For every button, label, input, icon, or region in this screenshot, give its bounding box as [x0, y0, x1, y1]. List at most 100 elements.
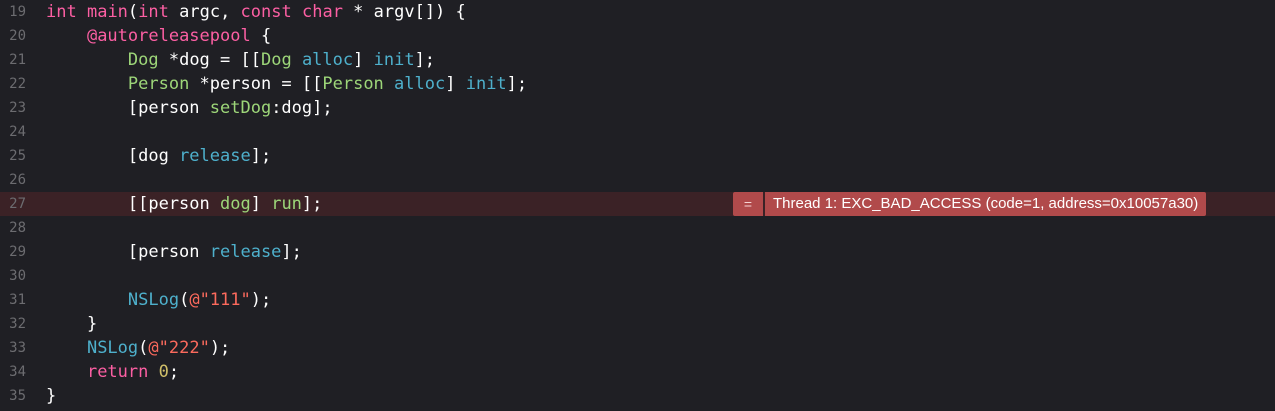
- code-line[interactable]: 25 [dog release];: [0, 144, 1275, 168]
- line-number: 35: [9, 388, 26, 404]
- code-token: (: [179, 290, 190, 310]
- code-line[interactable]: 32 }: [0, 312, 1275, 336]
- line-number: 20: [9, 28, 26, 44]
- code-token: return: [86, 362, 149, 382]
- code-token: );: [209, 338, 231, 358]
- code-line[interactable]: 30: [0, 264, 1275, 288]
- code-token: ;: [168, 362, 180, 382]
- code-token: [person: [46, 242, 210, 262]
- code-token: ]: [445, 74, 466, 94]
- code-token: ];: [281, 242, 302, 262]
- code-token: [person: [46, 98, 210, 118]
- line-number: 34: [9, 364, 26, 380]
- code-text[interactable]: NSLog(@"111");: [46, 288, 271, 312]
- code-line[interactable]: 23 [person setDog:dog];: [0, 96, 1275, 120]
- code-text[interactable]: return 0;: [46, 360, 179, 384]
- code-text[interactable]: [[person dog] run];: [46, 192, 323, 216]
- code-token: setDog: [209, 98, 272, 118]
- code-line[interactable]: 26: [0, 168, 1275, 192]
- code-token: main: [86, 2, 128, 22]
- code-token: }: [46, 314, 98, 334]
- code-token: @"222": [148, 338, 210, 358]
- code-text[interactable]: @autoreleasepool {: [46, 24, 271, 48]
- code-token: Person: [322, 74, 384, 94]
- code-token: int: [46, 2, 77, 22]
- error-annotation-badge[interactable]: = Thread 1: EXC_BAD_ACCESS (code=1, addr…: [733, 192, 1207, 216]
- code-token: ];: [414, 50, 436, 70]
- code-text[interactable]: int main(int argc, const char * argv[]) …: [46, 0, 466, 24]
- line-number: 28: [9, 220, 26, 236]
- line-number: 21: [9, 52, 26, 68]
- code-token: @"111": [189, 290, 251, 310]
- code-line[interactable]: 33 NSLog(@"222");: [0, 336, 1275, 360]
- code-line[interactable]: 24: [0, 120, 1275, 144]
- code-token: argc,: [168, 2, 241, 22]
- code-token: release: [179, 146, 251, 166]
- code-token: 0: [158, 362, 169, 382]
- code-token: @autoreleasepool: [86, 26, 251, 46]
- line-number: 25: [9, 148, 26, 164]
- line-number: 22: [9, 76, 26, 92]
- code-token: run: [271, 194, 302, 214]
- code-text[interactable]: NSLog(@"222");: [46, 336, 230, 360]
- code-token: init: [373, 50, 415, 70]
- code-token: ];: [301, 194, 323, 214]
- code-text[interactable]: }: [46, 312, 97, 336]
- code-token: dog: [220, 194, 251, 214]
- code-token: NSLog: [86, 338, 139, 358]
- code-token: Dog: [127, 50, 159, 70]
- code-token: NSLog: [127, 290, 180, 310]
- code-token: ];: [250, 146, 272, 166]
- line-number: 19: [9, 4, 26, 20]
- code-text[interactable]: Dog *dog = [[Dog alloc] init];: [46, 48, 435, 72]
- line-number: 32: [9, 316, 26, 332]
- code-token: }: [46, 386, 57, 406]
- code-text[interactable]: [dog release];: [46, 144, 271, 168]
- code-line[interactable]: 21 Dog *dog = [[Dog alloc] init];: [0, 48, 1275, 72]
- code-line[interactable]: 34 return 0;: [0, 360, 1275, 384]
- code-token: int: [138, 2, 169, 22]
- code-token: [dog: [46, 146, 180, 166]
- code-token: ];: [506, 74, 528, 94]
- code-line[interactable]: 29 [person release];: [0, 240, 1275, 264]
- error-equals-icon[interactable]: =: [733, 192, 763, 216]
- code-token: Person: [127, 74, 190, 94]
- code-token: alloc: [394, 74, 446, 94]
- code-token: init: [465, 74, 507, 94]
- line-number: 26: [9, 172, 26, 188]
- code-token: :dog];: [271, 98, 333, 118]
- code-token: (: [138, 338, 149, 358]
- code-text[interactable]: [person release];: [46, 240, 302, 264]
- code-line[interactable]: 35}: [0, 384, 1275, 408]
- code-token: release: [209, 242, 282, 262]
- code-token: char: [301, 2, 343, 22]
- code-text[interactable]: [person setDog:dog];: [46, 96, 333, 120]
- code-token: [[person: [46, 194, 220, 214]
- code-token: );: [250, 290, 272, 310]
- line-number: 24: [9, 124, 26, 140]
- line-number: 33: [9, 340, 26, 356]
- error-message[interactable]: Thread 1: EXC_BAD_ACCESS (code=1, addres…: [765, 192, 1207, 216]
- code-editor[interactable]: 19 int main(int argc, const char * argv[]…: [0, 0, 1275, 411]
- code-line[interactable]: 28: [0, 216, 1275, 240]
- code-token: ]: [353, 50, 374, 70]
- code-line-error[interactable]: 27 [[person dog] run]; = Thread 1: EXC_B…: [0, 192, 1275, 216]
- line-number: 29: [9, 244, 26, 260]
- line-number: 31: [9, 292, 26, 308]
- code-line[interactable]: 22 Person *person = [[Person alloc] init…: [0, 72, 1275, 96]
- code-token: Dog: [260, 50, 292, 70]
- code-text[interactable]: }: [46, 384, 56, 408]
- code-line[interactable]: 19 int main(int argc, const char * argv[]…: [0, 0, 1275, 24]
- code-line[interactable]: 20 @autoreleasepool {: [0, 24, 1275, 48]
- code-text[interactable]: Person *person = [[Person alloc] init];: [46, 72, 527, 96]
- code-line[interactable]: 31 NSLog(@"111");: [0, 288, 1275, 312]
